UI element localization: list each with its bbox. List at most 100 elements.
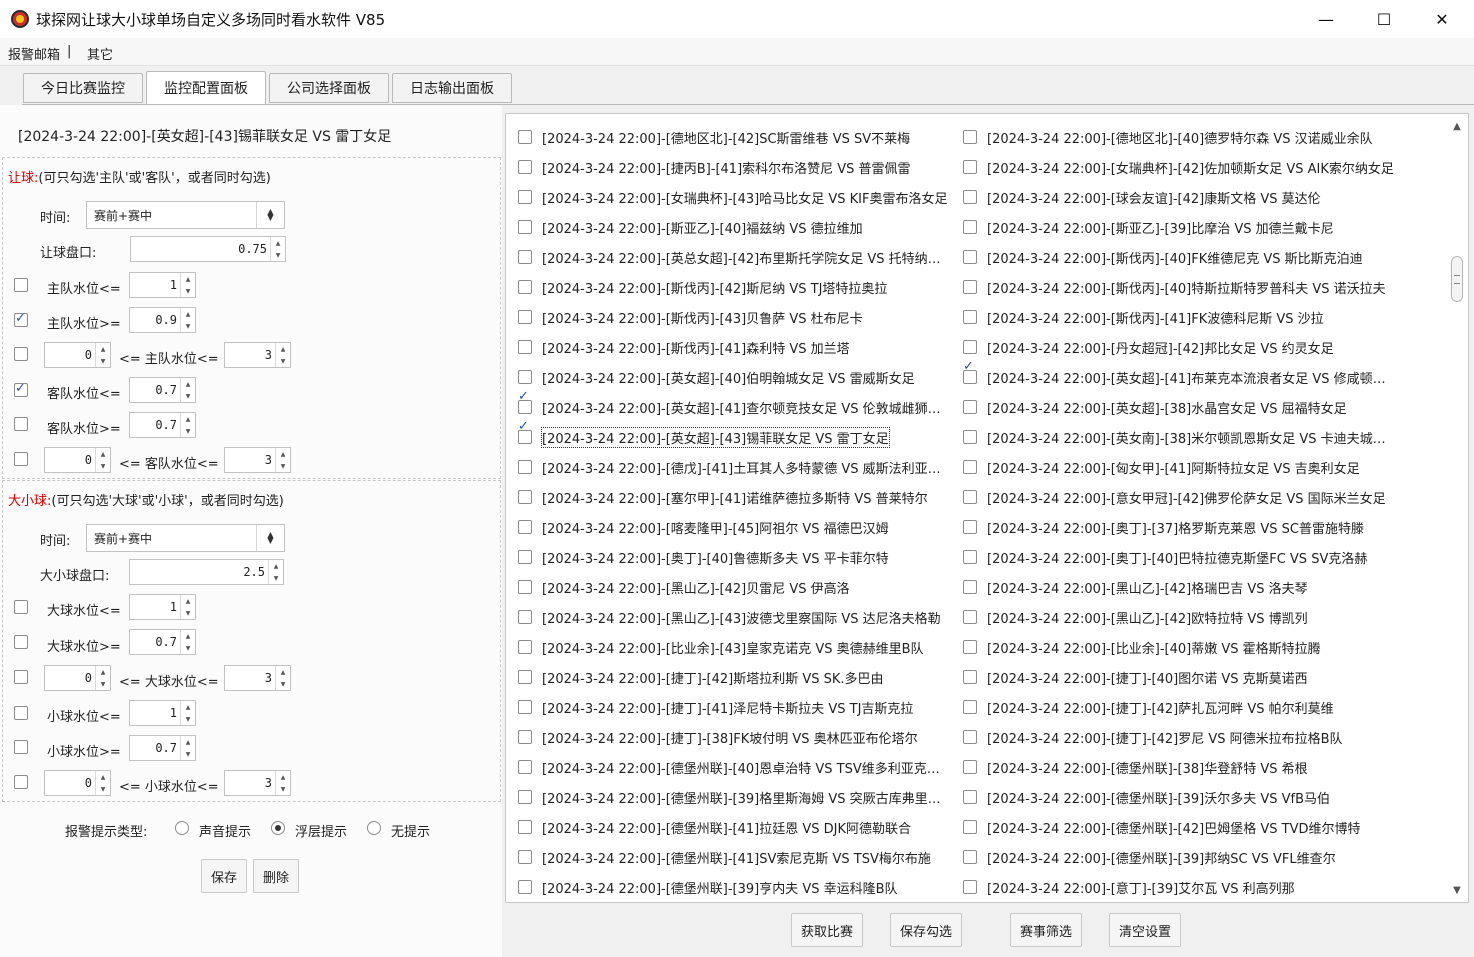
over-water-ge-input[interactable]: 0.7 ▲ ▼ — [129, 629, 196, 655]
match-list-item[interactable]: [2024-3-24 22:00]-[球会友谊]-[42]康斯文格 VS 莫达伦 — [963, 182, 1395, 212]
match-label[interactable]: [2024-3-24 22:00]-[斯伐丙]-[43]贝鲁萨 VS 杜布尼卡 — [542, 308, 863, 327]
over-water-range-checkbox[interactable] — [14, 670, 28, 684]
match-list-item[interactable]: [2024-3-24 22:00]-[斯亚乙]-[40]福兹纳 VS 德拉维加 — [518, 212, 950, 242]
over-water-range-high-input[interactable]: 3 ▲ ▼ — [224, 665, 291, 691]
match-checkbox[interactable] — [518, 580, 532, 594]
home-water-ge-checkbox[interactable] — [14, 311, 28, 327]
match-list-item[interactable]: [2024-3-24 22:00]-[德堡州联]-[42]巴姆堡格 VS TVD… — [963, 812, 1395, 842]
match-checkbox[interactable] — [518, 250, 532, 264]
match-checkbox[interactable] — [963, 580, 977, 594]
match-checkbox[interactable] — [963, 490, 977, 504]
fetch-matches-button[interactable]: 获取比赛 — [791, 913, 863, 947]
match-checkbox[interactable] — [518, 130, 532, 144]
match-list-item[interactable]: [2024-3-24 22:00]-[丹女超冠]-[42]邦比女足 VS 约灵女… — [963, 332, 1395, 362]
away-water-range-low-input[interactable]: 0 ▲ ▼ — [44, 447, 111, 473]
match-label[interactable]: [2024-3-24 22:00]-[比业余]-[40]蒂嫩 VS 霍格斯特拉腾 — [987, 638, 1321, 657]
match-checkbox[interactable] — [518, 160, 532, 174]
match-checkbox[interactable] — [963, 250, 977, 264]
match-list-item[interactable]: [2024-3-24 22:00]-[德堡州联]-[39]亨内夫 VS 幸运科隆… — [518, 872, 950, 902]
match-list-item[interactable]: [2024-3-24 22:00]-[英女超]-[43]锡菲联女足 VS 雷丁女… — [518, 422, 950, 452]
home-water-range-high-input[interactable]: 3 ▲ ▼ — [224, 342, 291, 368]
match-label[interactable]: [2024-3-24 22:00]-[德堡州联]-[40]恩卓治特 VS TSV… — [542, 758, 950, 777]
away-water-ge-checkbox[interactable] — [14, 417, 28, 431]
match-list-item[interactable]: [2024-3-24 22:00]-[德堡州联]-[39]格里斯海姆 VS 突厥… — [518, 782, 950, 812]
alert-overlay-label[interactable]: 浮层提示 — [295, 821, 347, 840]
match-list-item[interactable]: [2024-3-24 22:00]-[斯伐丙]-[40]特斯拉斯特罗普科夫 VS… — [963, 272, 1395, 302]
scroll-down-icon[interactable]: ▼ — [1446, 882, 1468, 898]
alert-none-label[interactable]: 无提示 — [391, 821, 430, 840]
alert-sound-label[interactable]: 声音提示 — [199, 821, 251, 840]
match-label[interactable]: [2024-3-24 22:00]-[丹女超冠]-[42]邦比女足 VS 约灵女… — [987, 338, 1334, 357]
spin-arrows-icon[interactable]: ▲ ▼ — [275, 343, 290, 367]
match-label[interactable]: [2024-3-24 22:00]-[德地区北]-[40]德罗特尔森 VS 汉诺… — [987, 128, 1373, 147]
match-checkbox[interactable] — [518, 400, 532, 414]
spin-arrows-icon[interactable]: ▲ ▼ — [268, 560, 283, 584]
match-list-item[interactable]: [2024-3-24 22:00]-[奥丁]-[37]格罗斯克莱恩 VS SC普… — [963, 512, 1395, 542]
match-checkbox[interactable] — [963, 610, 977, 624]
spin-arrows-icon[interactable]: ▲ ▼ — [275, 448, 290, 472]
match-label[interactable]: [2024-3-24 22:00]-[德堡州联]-[39]邦纳SC VS VFL… — [987, 848, 1336, 867]
match-list-item[interactable]: [2024-3-24 22:00]-[德堡州联]-[39]邦纳SC VS VFL… — [963, 842, 1395, 872]
match-label[interactable]: [2024-3-24 22:00]-[德堡州联]-[41]拉廷恩 VS DJK阿… — [542, 818, 911, 837]
match-label[interactable]: [2024-3-24 22:00]-[斯伐丙]-[42]斯尼纳 VS TJ塔特拉… — [542, 278, 887, 297]
match-label[interactable]: [2024-3-24 22:00]-[奥丁]-[37]格罗斯克莱恩 VS SC普… — [987, 518, 1364, 537]
match-checkbox[interactable] — [963, 760, 977, 774]
match-checkbox[interactable] — [963, 310, 977, 324]
match-label[interactable]: [2024-3-24 22:00]-[德堡州联]-[39]格里斯海姆 VS 突厥… — [542, 788, 950, 807]
tab-log-output[interactable]: 日志输出面板 — [392, 73, 512, 103]
match-label[interactable]: [2024-3-24 22:00]-[女瑞典杯]-[42]佐加顿斯女足 VS A… — [987, 158, 1394, 177]
match-list-item[interactable]: [2024-3-24 22:00]-[捷丁]-[42]斯塔拉利斯 VS SK.多… — [518, 662, 950, 692]
match-list-item[interactable]: [2024-3-24 22:00]-[捷丁]-[38]FK坡付明 VS 奥林匹亚… — [518, 722, 950, 752]
match-list-item[interactable]: [2024-3-24 22:00]-[意女甲冠]-[42]佛罗伦萨女足 VS 国… — [963, 482, 1395, 512]
match-list-item[interactable]: [2024-3-24 22:00]-[德堡州联]-[41]拉廷恩 VS DJK阿… — [518, 812, 950, 842]
scroll-thumb[interactable] — [1451, 256, 1463, 302]
match-list-item[interactable]: [2024-3-24 22:00]-[英总女超]-[42]布里斯托学院女足 VS… — [518, 242, 950, 272]
under-water-range-low-input[interactable]: 0 ▲ ▼ — [44, 770, 111, 796]
spin-arrows-icon[interactable]: ▲ ▼ — [180, 273, 195, 297]
under-water-range-checkbox[interactable] — [14, 775, 28, 789]
match-checkbox[interactable] — [963, 460, 977, 474]
match-checkbox[interactable] — [963, 130, 977, 144]
match-checkbox[interactable] — [963, 370, 977, 384]
match-checkbox[interactable] — [518, 460, 532, 474]
match-label[interactable]: [2024-3-24 22:00]-[捷丁]-[42]罗尼 VS 阿德米拉布拉格… — [987, 728, 1343, 747]
away-water-le-checkbox[interactable] — [14, 381, 28, 397]
match-list-item[interactable]: [2024-3-24 22:00]-[德堡州联]-[40]恩卓治特 VS TSV… — [518, 752, 950, 782]
match-label[interactable]: [2024-3-24 22:00]-[奥丁]-[40]鲁德斯多夫 VS 平卡菲尔… — [542, 548, 889, 567]
match-list-item[interactable]: [2024-3-24 22:00]-[捷丁]-[41]泽尼特卡斯拉夫 VS TJ… — [518, 692, 950, 722]
over-water-le-input[interactable]: 1 ▲ ▼ — [129, 594, 196, 620]
match-label[interactable]: [2024-3-24 22:00]-[斯亚乙]-[39]比摩治 VS 加德兰戴卡… — [987, 218, 1334, 237]
match-label[interactable]: [2024-3-24 22:00]-[英女南]-[38]米尔顿凯恩斯女足 VS … — [987, 428, 1395, 447]
match-checkbox[interactable] — [963, 700, 977, 714]
match-list-item[interactable]: [2024-3-24 22:00]-[捷丁]-[42]罗尼 VS 阿德米拉布拉格… — [963, 722, 1395, 752]
match-checkbox[interactable] — [963, 820, 977, 834]
match-list-item[interactable]: [2024-3-24 22:00]-[比业余]-[43]皇家克诺克 VS 奥德赫… — [518, 632, 950, 662]
match-list-item[interactable]: [2024-3-24 22:00]-[捷丁]-[40]图尔诺 VS 克斯莫诺西 — [963, 662, 1395, 692]
spin-arrows-icon[interactable]: ▲ ▼ — [95, 343, 110, 367]
match-label[interactable]: [2024-3-24 22:00]-[匈女甲]-[41]阿斯特拉女足 VS 吉奥… — [987, 458, 1360, 477]
match-checkbox[interactable] — [963, 730, 977, 744]
spin-arrows-icon[interactable]: ▲ ▼ — [180, 701, 195, 725]
match-label[interactable]: [2024-3-24 22:00]-[德堡州联]-[38]华登舒特 VS 希根 — [987, 758, 1308, 777]
menu-other[interactable]: 其它 — [87, 44, 113, 63]
match-list-item[interactable]: [2024-3-24 22:00]-[喀麦隆甲]-[45]阿祖尔 VS 福德巴汉… — [518, 512, 950, 542]
match-list-item[interactable]: [2024-3-24 22:00]-[捷丙B]-[41]索科尔布洛赞尼 VS 普… — [518, 152, 950, 182]
match-label[interactable]: [2024-3-24 22:00]-[黑山乙]-[42]格瑞巴吉 VS 洛夫琴 — [987, 578, 1308, 597]
match-list-item[interactable]: [2024-3-24 22:00]-[德堡州联]-[38]华登舒特 VS 希根 — [963, 752, 1395, 782]
match-label[interactable]: [2024-3-24 22:00]-[德堡州联]-[41]SV索尼克斯 VS T… — [542, 848, 931, 867]
match-list-item[interactable]: [2024-3-24 22:00]-[斯伐丙]-[43]贝鲁萨 VS 杜布尼卡 — [518, 302, 950, 332]
spin-arrows-icon[interactable]: ▲ ▼ — [180, 308, 195, 332]
save-selection-button[interactable]: 保存勾选 — [890, 913, 962, 947]
under-water-le-input[interactable]: 1 ▲ ▼ — [129, 700, 196, 726]
match-checkbox[interactable] — [518, 640, 532, 654]
match-checkbox[interactable] — [963, 640, 977, 654]
match-list-item[interactable]: [2024-3-24 22:00]-[德地区北]-[40]德罗特尔森 VS 汉诺… — [963, 122, 1395, 152]
match-checkbox[interactable] — [963, 550, 977, 564]
over-water-le-checkbox[interactable] — [14, 600, 28, 614]
spin-arrows-icon[interactable]: ▲ ▼ — [95, 448, 110, 472]
over-water-range-low-input[interactable]: 0 ▲ ▼ — [44, 665, 111, 691]
match-list-item[interactable]: [2024-3-24 22:00]-[黑山乙]-[43]波德戈里察国际 VS 达… — [518, 602, 950, 632]
away-water-range-high-input[interactable]: 3 ▲ ▼ — [224, 447, 291, 473]
match-label[interactable]: [2024-3-24 22:00]-[黑山乙]-[43]波德戈里察国际 VS 达… — [542, 608, 941, 627]
match-checkbox[interactable] — [963, 160, 977, 174]
